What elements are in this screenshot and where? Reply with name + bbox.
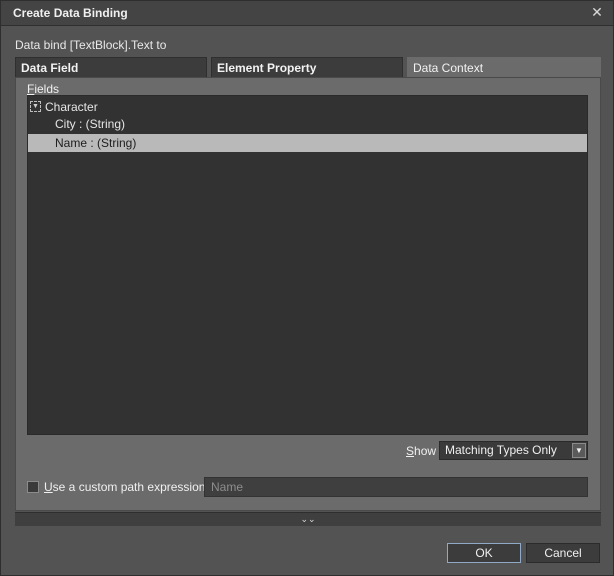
tree-node-city[interactable]: City : (String) [28,115,587,133]
custom-path-label[interactable]: Use a custom path expression [44,480,205,494]
custom-path-label-rest: se a custom path expression [52,480,206,494]
tree-node-label: Name : (String) [55,136,137,150]
create-data-binding-dialog: Create Data Binding ✕ Data bind [TextBlo… [0,0,614,576]
custom-path-input[interactable] [204,477,588,497]
custom-path-accesskey: U [44,480,53,494]
close-icon[interactable]: ✕ [589,4,605,20]
tree-node-label: Character [45,100,98,114]
custom-path-checkbox[interactable] [27,481,39,493]
tree-node-label: City : (String) [55,117,126,131]
ok-button[interactable]: OK [447,543,521,563]
title-bar: Create Data Binding ✕ [1,1,613,26]
tab-data-context[interactable]: Data Context [407,57,601,77]
expand-arrow-icon[interactable]: ▼ [30,101,41,112]
double-chevron-down-icon[interactable]: ⌄⌄ [300,514,315,524]
data-context-panel: Fields ▼ Character City : (String) Name … [15,77,601,511]
tab-element-property[interactable]: Element Property [211,57,403,77]
binding-target-text: Data bind [TextBlock].Text to [15,38,167,52]
fields-label: Fields [27,82,59,96]
fields-tree[interactable]: ▼ Character City : (String) Name : (Stri… [27,95,588,435]
tree-node-character[interactable]: ▼ Character [28,98,587,116]
cancel-button[interactable]: Cancel [526,543,600,563]
chevron-down-icon[interactable]: ▼ [572,443,586,458]
tab-strip: Data Field Element Property Data Context [15,57,601,77]
expand-options-bar[interactable]: ⌄⌄ [15,512,601,526]
tree-node-name[interactable]: Name : (String) [28,134,587,152]
show-filter-value: Matching Types Only [445,443,557,457]
show-label-accesskey: S [406,444,415,458]
show-label: Show [406,444,436,458]
show-label-rest: how [414,444,437,458]
fields-label-rest: ields [34,82,60,96]
dialog-title: Create Data Binding [13,6,128,20]
show-filter-dropdown[interactable]: Matching Types Only ▼ [439,441,588,460]
tab-data-field[interactable]: Data Field [15,57,207,77]
